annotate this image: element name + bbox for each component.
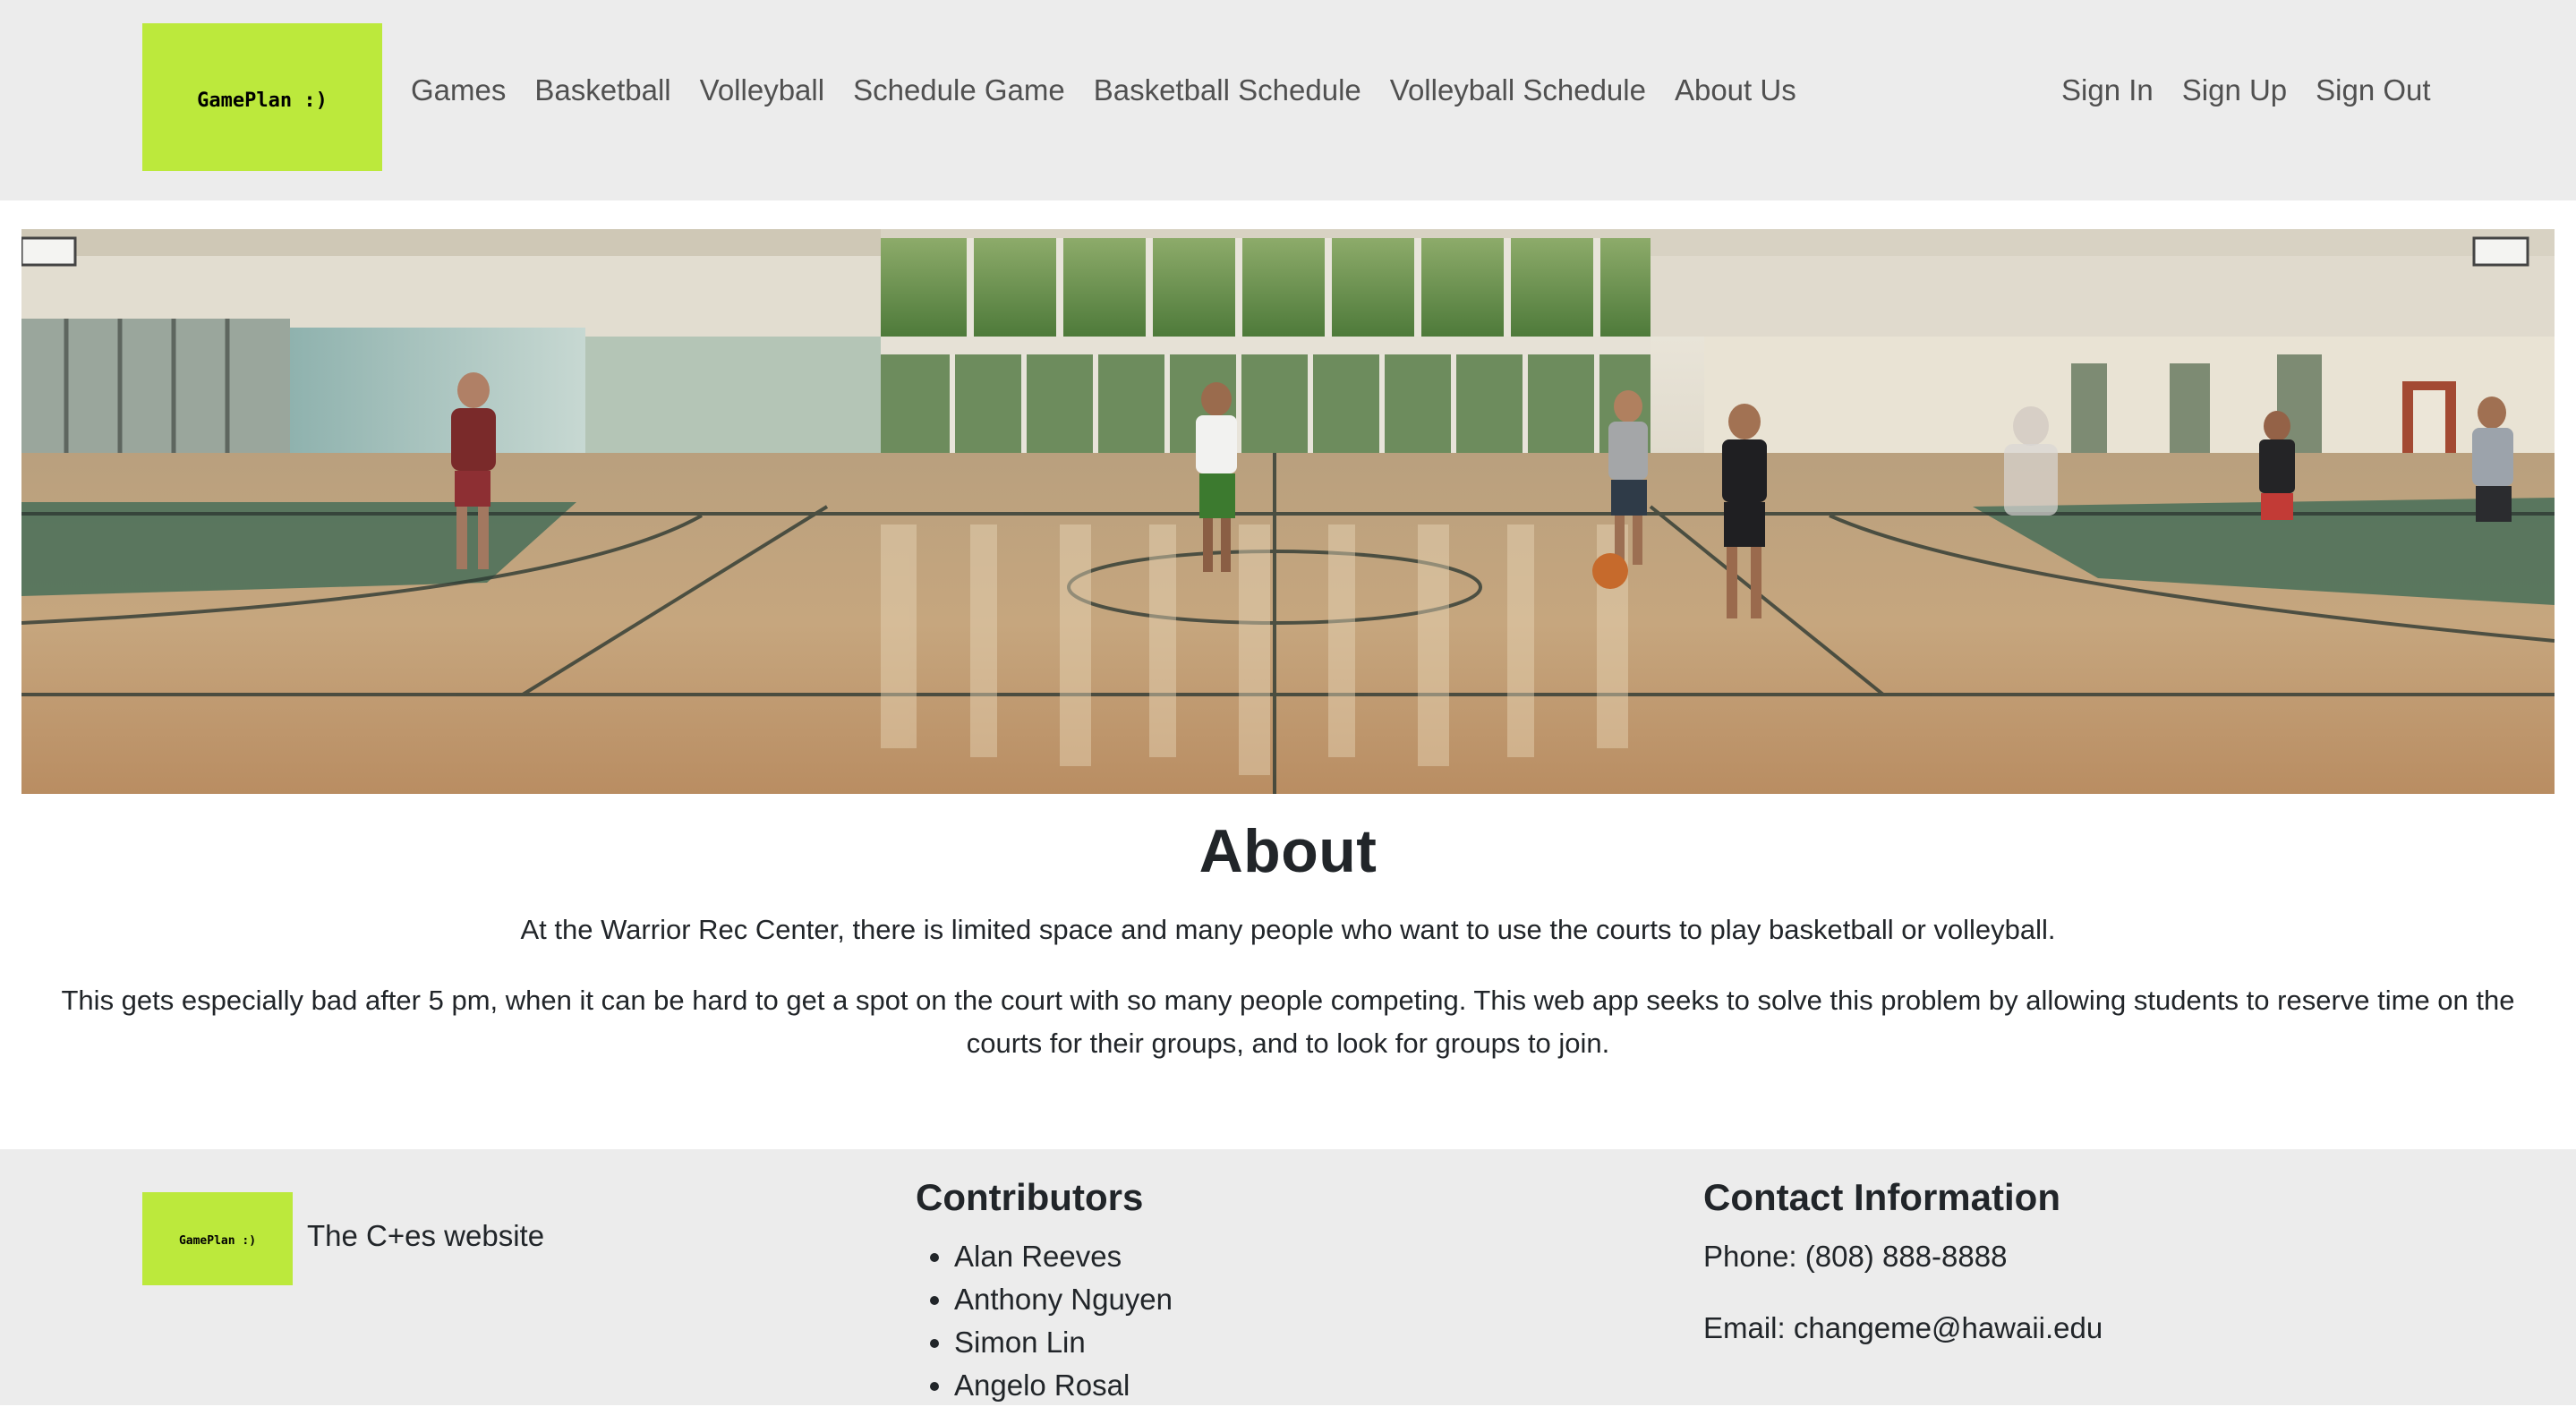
contact-email: Email: changeme@hawaii.edu bbox=[1703, 1311, 2103, 1344]
nav-link-basketball[interactable]: Basketball bbox=[534, 73, 670, 107]
nav-link-volleyball[interactable]: Volleyball bbox=[700, 73, 824, 107]
contact-title: Contact Information bbox=[1703, 1176, 2060, 1218]
nav-link-basketball-schedule[interactable]: Basketball Schedule bbox=[1094, 73, 1361, 107]
nav-link-games[interactable]: Games bbox=[411, 73, 506, 107]
sign-up-link[interactable]: Sign Up bbox=[2182, 73, 2287, 107]
auth-nav: Sign In Sign Up Sign Out bbox=[2061, 73, 2460, 107]
logo-text: GamePlan :) bbox=[197, 90, 328, 112]
sign-in-link[interactable]: Sign In bbox=[2061, 73, 2154, 107]
nav-link-about-us[interactable]: About Us bbox=[1675, 73, 1796, 107]
footer-tagline: The C+es website bbox=[307, 1219, 545, 1252]
footer-logo: GamePlan :) bbox=[142, 1192, 293, 1285]
about-paragraph-1: At the Warrior Rec Center, there is limi… bbox=[520, 914, 2056, 945]
list-item: Simon Lin bbox=[954, 1321, 1173, 1364]
list-item: Angelo Rosal bbox=[954, 1364, 1173, 1407]
about-title: About bbox=[1198, 817, 1378, 885]
footer: GamePlan :) The C+es website Contributor… bbox=[0, 1149, 2576, 1405]
contact-phone: Phone: (808) 888-8888 bbox=[1703, 1240, 2008, 1273]
list-item: Anthony Nguyen bbox=[954, 1278, 1173, 1321]
footer-logo-text: GamePlan :) bbox=[178, 1233, 257, 1248]
contributors-list: Alan Reeves Anthony Nguyen Simon Lin Ang… bbox=[954, 1235, 1173, 1407]
list-item: Alan Reeves bbox=[954, 1235, 1173, 1278]
contributors-title: Contributors bbox=[916, 1176, 1144, 1218]
hero-image bbox=[21, 229, 2555, 794]
main-nav: Games Basketball Volleyball Schedule Gam… bbox=[411, 73, 1825, 107]
navbar: GamePlan :) Games Basketball Volleyball … bbox=[0, 0, 2576, 200]
logo[interactable]: GamePlan :) bbox=[142, 23, 382, 171]
nav-link-volleyball-schedule[interactable]: Volleyball Schedule bbox=[1390, 73, 1646, 107]
sign-out-link[interactable]: Sign Out bbox=[2316, 73, 2430, 107]
nav-link-schedule-game[interactable]: Schedule Game bbox=[853, 73, 1065, 107]
about-paragraph-2: This gets especially bad after 5 pm, whe… bbox=[61, 985, 2515, 1059]
